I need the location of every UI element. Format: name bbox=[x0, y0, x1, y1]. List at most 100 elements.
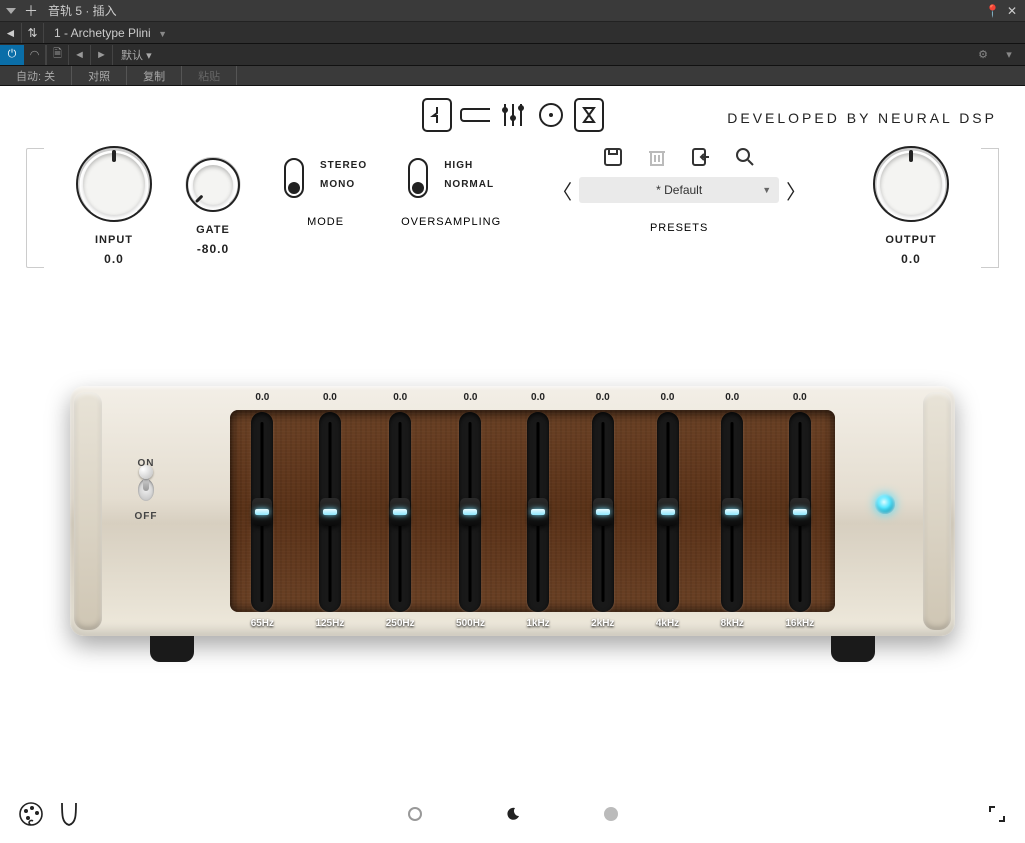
eq-band-freq: 65Hz bbox=[251, 618, 274, 634]
mode-option-mono: MONO bbox=[320, 179, 367, 190]
save-preset-icon[interactable] bbox=[602, 146, 624, 168]
input-value: 0.0 bbox=[104, 252, 124, 266]
window-title: 音轨 5 · 插入 bbox=[48, 2, 117, 19]
eq-band-freq: 125Hz bbox=[315, 618, 344, 634]
nav-cab-icon[interactable] bbox=[536, 98, 566, 132]
prev-preset-button[interactable]: 〈 bbox=[551, 176, 573, 204]
eq-slider[interactable] bbox=[319, 412, 341, 612]
fullscreen-icon[interactable] bbox=[987, 804, 1007, 824]
chevron-down-icon[interactable]: ▾ bbox=[999, 48, 1019, 61]
gate-value: -80.0 bbox=[197, 242, 229, 256]
gate-knob[interactable] bbox=[186, 158, 240, 212]
preset-current: * Default bbox=[656, 183, 702, 197]
doc-icon[interactable]: 🗎 bbox=[47, 45, 69, 65]
close-icon[interactable]: ✕ bbox=[1005, 4, 1019, 18]
oversampling-switch[interactable] bbox=[408, 158, 428, 198]
host-tool-row: ⏻ ◠ 🗎 ◄ ► 默认 ▾ ⚙ ▾ bbox=[0, 44, 1025, 66]
search-preset-icon[interactable] bbox=[734, 146, 756, 168]
off-label: OFF bbox=[135, 511, 158, 522]
auto-toggle[interactable]: 自动: 关 bbox=[0, 66, 72, 85]
page-dot-1[interactable] bbox=[408, 807, 422, 821]
eq-band-freq: 16kHz bbox=[785, 618, 814, 634]
eq-slider[interactable] bbox=[721, 412, 743, 612]
eq-slider-thumb[interactable] bbox=[460, 498, 480, 526]
prev-plugin-icon[interactable]: ◄ bbox=[0, 23, 22, 43]
eq-band: 0.04kHz bbox=[656, 392, 679, 632]
routing-icon[interactable]: ⇅ bbox=[22, 23, 44, 43]
host-preset-dropdown[interactable]: 默认 ▾ bbox=[113, 47, 160, 63]
tab-paste[interactable]: 粘贴 bbox=[182, 66, 237, 85]
eq-slider-thumb[interactable] bbox=[528, 498, 548, 526]
eq-sliders: 0.065Hz0.0125Hz0.0250Hz0.0500Hz0.01kHz0.… bbox=[230, 392, 835, 632]
eq-band-value: 0.0 bbox=[393, 392, 407, 408]
nav-eq-icon[interactable] bbox=[498, 98, 528, 132]
chassis-foot bbox=[831, 636, 875, 662]
add-icon[interactable]: ＋ bbox=[24, 1, 38, 21]
import-preset-icon[interactable] bbox=[690, 146, 712, 168]
eq-slider[interactable] bbox=[459, 412, 481, 612]
delete-preset-icon[interactable] bbox=[646, 146, 668, 168]
eq-band-value: 0.0 bbox=[531, 392, 545, 408]
eq-band: 0.0250Hz bbox=[386, 392, 415, 632]
page-dot-2[interactable] bbox=[506, 807, 520, 821]
prev-preset-icon[interactable]: ◄ bbox=[69, 45, 91, 65]
eq-band-value: 0.0 bbox=[596, 392, 610, 408]
plugin-name-dropdown[interactable]: 1 - Archetype Plini ▼ bbox=[44, 26, 177, 40]
eq-slider-thumb[interactable] bbox=[252, 498, 272, 526]
preset-dropdown[interactable]: * Default ▼ bbox=[579, 177, 779, 203]
nav-gate-icon[interactable] bbox=[422, 98, 452, 132]
latency-icon[interactable]: ◠ bbox=[24, 45, 46, 65]
output-knob[interactable] bbox=[873, 146, 949, 222]
eq-band-freq: 8kHz bbox=[721, 618, 744, 634]
eq-slider-thumb[interactable] bbox=[593, 498, 613, 526]
menu-dropdown-icon[interactable] bbox=[6, 8, 16, 14]
input-knob[interactable] bbox=[76, 146, 152, 222]
presets-label: PRESETS bbox=[650, 222, 708, 234]
oversampling-label: OVERSAMPLING bbox=[401, 216, 501, 228]
mode-option-stereo: STEREO bbox=[320, 160, 367, 171]
section-nav bbox=[422, 98, 604, 132]
eq-slider[interactable] bbox=[527, 412, 549, 612]
eq-slider[interactable] bbox=[251, 412, 273, 612]
eq-slider-thumb[interactable] bbox=[320, 498, 340, 526]
nav-amp-icon[interactable] bbox=[460, 98, 490, 132]
eq-slider-thumb[interactable] bbox=[390, 498, 410, 526]
gear-icon[interactable]: ⚙ bbox=[973, 48, 993, 61]
next-preset-button[interactable]: 〉 bbox=[785, 176, 807, 204]
host-tab-row: 自动: 关 对照 复制 粘贴 bbox=[0, 66, 1025, 86]
chevron-down-icon: ▼ bbox=[762, 185, 771, 195]
eq-band-value: 0.0 bbox=[255, 392, 269, 408]
pin-icon[interactable]: 📍 bbox=[985, 4, 999, 18]
tab-compare[interactable]: 对照 bbox=[72, 66, 127, 85]
next-preset-icon[interactable]: ► bbox=[91, 45, 113, 65]
eq-slider[interactable] bbox=[657, 412, 679, 612]
os-option-high: HIGH bbox=[444, 160, 494, 171]
eq-power-toggle[interactable] bbox=[134, 475, 158, 505]
palette-icon[interactable] bbox=[18, 801, 44, 827]
nav-delay-icon[interactable] bbox=[574, 98, 604, 132]
tab-copy[interactable]: 复制 bbox=[127, 66, 182, 85]
eq-slider-thumb[interactable] bbox=[722, 498, 742, 526]
eq-band-freq: 500Hz bbox=[456, 618, 485, 634]
eq-slider-thumb[interactable] bbox=[658, 498, 678, 526]
page-dot-3[interactable] bbox=[604, 807, 618, 821]
plugin-surface: DEVELOPED BY NEURAL DSP INPUT 0.0 GATE -… bbox=[0, 86, 1025, 843]
gate-label: GATE bbox=[196, 224, 230, 236]
eq-power-led[interactable] bbox=[875, 494, 895, 514]
output-label: OUTPUT bbox=[885, 234, 936, 246]
tuner-icon[interactable] bbox=[58, 801, 84, 827]
eq-band-value: 0.0 bbox=[725, 392, 739, 408]
eq-band-freq: 1kHz bbox=[526, 618, 549, 634]
mode-switch[interactable] bbox=[284, 158, 304, 198]
eq-slider-thumb[interactable] bbox=[790, 498, 810, 526]
host-preset-label: 默认 bbox=[121, 50, 143, 62]
eq-slider[interactable] bbox=[789, 412, 811, 612]
eq-slider[interactable] bbox=[592, 412, 614, 612]
eq-slider[interactable] bbox=[389, 412, 411, 612]
eq-unit: ON OFF 0.065Hz0.0125Hz0.0250Hz0.0500Hz0.… bbox=[70, 386, 955, 636]
power-button[interactable]: ⏻ bbox=[0, 45, 24, 65]
mode-label: MODE bbox=[307, 216, 344, 228]
eq-band-value: 0.0 bbox=[464, 392, 478, 408]
left-bracket-decor bbox=[26, 148, 44, 268]
eq-band-value: 0.0 bbox=[661, 392, 675, 408]
